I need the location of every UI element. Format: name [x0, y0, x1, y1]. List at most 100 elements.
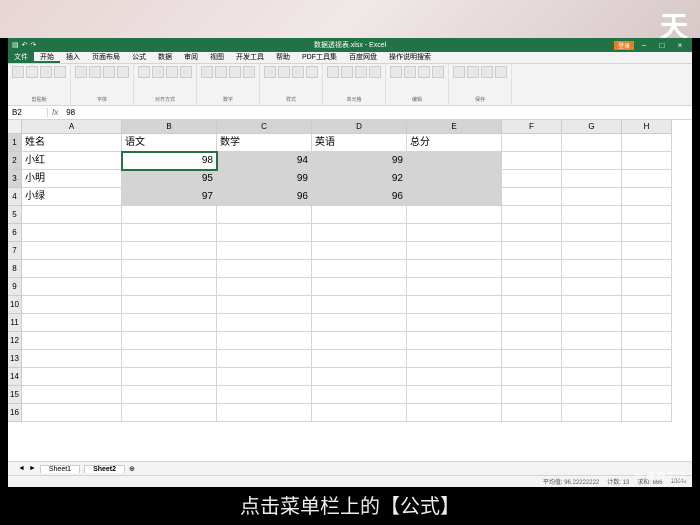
- tab-data[interactable]: 数据: [152, 52, 178, 63]
- cell-H6[interactable]: [622, 224, 672, 242]
- redo-icon[interactable]: ↷: [31, 41, 37, 49]
- row-header-15[interactable]: 15: [8, 386, 22, 404]
- cell-C9[interactable]: [217, 278, 312, 296]
- column-header-D[interactable]: D: [312, 120, 407, 134]
- ribbon-button[interactable]: [26, 66, 38, 78]
- cell-A4[interactable]: 小绿: [22, 188, 122, 206]
- cell-H15[interactable]: [622, 386, 672, 404]
- cell-A13[interactable]: [22, 350, 122, 368]
- row-header-4[interactable]: 4: [8, 188, 22, 206]
- cell-A7[interactable]: [22, 242, 122, 260]
- cell-F16[interactable]: [502, 404, 562, 422]
- ribbon-button[interactable]: [327, 66, 339, 78]
- ribbon-button[interactable]: [432, 66, 444, 78]
- cell-A12[interactable]: [22, 332, 122, 350]
- cell-D4[interactable]: 96: [312, 188, 407, 206]
- ribbon-button[interactable]: [453, 66, 465, 78]
- ribbon-button[interactable]: [40, 66, 52, 78]
- cell-F6[interactable]: [502, 224, 562, 242]
- cell-G5[interactable]: [562, 206, 622, 224]
- cell-E4[interactable]: [407, 188, 502, 206]
- ribbon-button[interactable]: [138, 66, 150, 78]
- cell-F7[interactable]: [502, 242, 562, 260]
- tab-view[interactable]: 视图: [204, 52, 230, 63]
- cell-B3[interactable]: 95: [122, 170, 217, 188]
- cell-H3[interactable]: [622, 170, 672, 188]
- ribbon-button[interactable]: [292, 66, 304, 78]
- cell-G11[interactable]: [562, 314, 622, 332]
- cell-A1[interactable]: 姓名: [22, 134, 122, 152]
- cell-A15[interactable]: [22, 386, 122, 404]
- tab-pdf[interactable]: PDF工具集: [296, 52, 343, 63]
- cell-F3[interactable]: [502, 170, 562, 188]
- cell-F9[interactable]: [502, 278, 562, 296]
- cell-F8[interactable]: [502, 260, 562, 278]
- row-header-1[interactable]: 1: [8, 134, 22, 152]
- cell-E14[interactable]: [407, 368, 502, 386]
- ribbon-button[interactable]: [103, 66, 115, 78]
- cell-E5[interactable]: [407, 206, 502, 224]
- cell-C8[interactable]: [217, 260, 312, 278]
- cell-E9[interactable]: [407, 278, 502, 296]
- cell-A5[interactable]: [22, 206, 122, 224]
- ribbon-button[interactable]: [355, 66, 367, 78]
- cell-C10[interactable]: [217, 296, 312, 314]
- cell-B2[interactable]: 98: [122, 152, 217, 170]
- cell-E11[interactable]: [407, 314, 502, 332]
- row-header-16[interactable]: 16: [8, 404, 22, 422]
- cell-G14[interactable]: [562, 368, 622, 386]
- tab-baidu[interactable]: 百度网盘: [343, 52, 383, 63]
- cell-F14[interactable]: [502, 368, 562, 386]
- ribbon-button[interactable]: [117, 66, 129, 78]
- cell-H5[interactable]: [622, 206, 672, 224]
- tab-insert[interactable]: 插入: [60, 52, 86, 63]
- cell-G4[interactable]: [562, 188, 622, 206]
- cell-E12[interactable]: [407, 332, 502, 350]
- cell-H8[interactable]: [622, 260, 672, 278]
- cell-E8[interactable]: [407, 260, 502, 278]
- cell-D7[interactable]: [312, 242, 407, 260]
- add-sheet-button[interactable]: ⊕: [129, 465, 135, 473]
- cell-A6[interactable]: [22, 224, 122, 242]
- cell-C1[interactable]: 数学: [217, 134, 312, 152]
- tab-tell-me[interactable]: 操作说明搜索: [383, 52, 437, 63]
- cell-C4[interactable]: 96: [217, 188, 312, 206]
- cell-E13[interactable]: [407, 350, 502, 368]
- cell-B12[interactable]: [122, 332, 217, 350]
- cell-C13[interactable]: [217, 350, 312, 368]
- cell-B4[interactable]: 97: [122, 188, 217, 206]
- column-header-B[interactable]: B: [122, 120, 217, 134]
- formula-input[interactable]: 98: [62, 108, 692, 117]
- login-button[interactable]: 登录: [614, 41, 634, 50]
- cell-H14[interactable]: [622, 368, 672, 386]
- cell-E7[interactable]: [407, 242, 502, 260]
- cell-B13[interactable]: [122, 350, 217, 368]
- maximize-button[interactable]: □: [654, 41, 670, 50]
- row-header-5[interactable]: 5: [8, 206, 22, 224]
- cell-D5[interactable]: [312, 206, 407, 224]
- ribbon-button[interactable]: [243, 66, 255, 78]
- cell-B15[interactable]: [122, 386, 217, 404]
- column-header-E[interactable]: E: [407, 120, 502, 134]
- tab-dev[interactable]: 开发工具: [230, 52, 270, 63]
- cell-H10[interactable]: [622, 296, 672, 314]
- cell-C12[interactable]: [217, 332, 312, 350]
- sheet-nav-next[interactable]: ►: [29, 465, 36, 472]
- cell-H11[interactable]: [622, 314, 672, 332]
- cell-F12[interactable]: [502, 332, 562, 350]
- cell-G1[interactable]: [562, 134, 622, 152]
- cell-A10[interactable]: [22, 296, 122, 314]
- ribbon-button[interactable]: [306, 66, 318, 78]
- cell-D1[interactable]: 英语: [312, 134, 407, 152]
- tab-home[interactable]: 开始: [34, 52, 60, 63]
- cell-B11[interactable]: [122, 314, 217, 332]
- column-header-C[interactable]: C: [217, 120, 312, 134]
- cell-G7[interactable]: [562, 242, 622, 260]
- cell-D8[interactable]: [312, 260, 407, 278]
- undo-icon[interactable]: ↶: [22, 41, 28, 49]
- ribbon-button[interactable]: [12, 66, 24, 78]
- cell-E15[interactable]: [407, 386, 502, 404]
- ribbon-button[interactable]: [54, 66, 66, 78]
- cell-C5[interactable]: [217, 206, 312, 224]
- cell-G12[interactable]: [562, 332, 622, 350]
